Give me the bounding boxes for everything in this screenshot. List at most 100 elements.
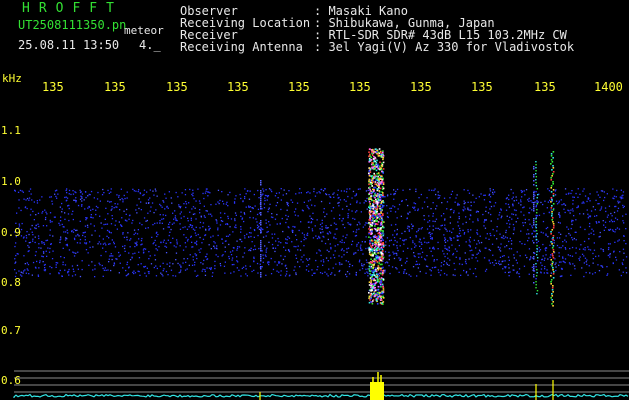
echo-pixel bbox=[551, 243, 553, 245]
noise-speck bbox=[268, 263, 270, 266]
echo-pixel bbox=[376, 188, 379, 190]
echo-pixel bbox=[372, 208, 375, 210]
noise-speck bbox=[132, 271, 134, 274]
echo-pixel bbox=[374, 209, 377, 212]
noise-speck bbox=[394, 206, 396, 208]
noise-speck bbox=[65, 231, 67, 233]
noise-speck bbox=[49, 247, 51, 250]
echo-pixel bbox=[374, 196, 376, 199]
noise-speck bbox=[227, 215, 229, 218]
noise-speck bbox=[554, 263, 556, 266]
noise-speck bbox=[161, 222, 163, 224]
noise-speck bbox=[26, 207, 28, 210]
noise-speck bbox=[602, 250, 605, 252]
noise-speck bbox=[286, 209, 288, 211]
noise-speck bbox=[77, 251, 79, 253]
noise-speck bbox=[258, 197, 260, 199]
noise-speck bbox=[118, 221, 120, 223]
echo-pixel bbox=[368, 236, 370, 238]
echo-pixel bbox=[380, 212, 382, 214]
noise-speck bbox=[288, 190, 290, 192]
noise-speck bbox=[162, 275, 164, 277]
noise-speck bbox=[184, 226, 186, 228]
noise-speck bbox=[156, 195, 158, 197]
echo-pixel bbox=[376, 207, 379, 209]
noise-speck bbox=[301, 256, 303, 258]
noise-speck bbox=[432, 246, 435, 248]
noise-speck bbox=[202, 222, 205, 224]
noise-speck bbox=[538, 250, 541, 252]
noise-speck bbox=[545, 227, 547, 230]
noise-speck bbox=[165, 246, 168, 248]
noise-speck bbox=[490, 213, 492, 216]
noise-speck bbox=[256, 224, 259, 226]
noise-speck bbox=[540, 272, 542, 274]
echo-pixel bbox=[376, 240, 379, 242]
noise-speck bbox=[411, 227, 413, 230]
noise-speck bbox=[393, 189, 395, 191]
noise-speck bbox=[540, 262, 542, 264]
echo-pixel bbox=[369, 153, 371, 156]
noise-speck bbox=[447, 257, 449, 259]
echo-pixel bbox=[376, 210, 378, 213]
noise-speck bbox=[214, 242, 216, 244]
noise-speck bbox=[311, 274, 313, 276]
noise-speck bbox=[113, 263, 116, 265]
echo-pixel bbox=[377, 245, 380, 248]
noise-speck bbox=[492, 193, 494, 195]
echo-pixel bbox=[371, 244, 374, 247]
echo-pixel bbox=[369, 237, 372, 239]
noise-speck bbox=[558, 200, 560, 202]
noise-speck bbox=[265, 274, 267, 276]
noise-speck bbox=[111, 208, 113, 210]
noise-speck bbox=[309, 192, 311, 194]
noise-speck bbox=[161, 273, 163, 276]
noise-speck bbox=[156, 235, 158, 238]
echo-pixel bbox=[380, 277, 383, 279]
noise-speck bbox=[306, 232, 309, 234]
noise-speck bbox=[126, 220, 128, 222]
noise-speck bbox=[580, 244, 582, 246]
noise-speck bbox=[490, 234, 492, 237]
noise-speck bbox=[393, 198, 395, 200]
noise-speck bbox=[531, 225, 533, 227]
noise-speck bbox=[264, 254, 267, 256]
echo-pixel bbox=[376, 193, 379, 195]
noise-speck bbox=[359, 188, 361, 190]
echo-pixel bbox=[552, 277, 555, 279]
noise-speck bbox=[306, 205, 308, 207]
noise-speck bbox=[516, 271, 518, 273]
echo-pixel bbox=[373, 295, 376, 297]
noise-speck bbox=[347, 261, 350, 263]
noise-speck bbox=[360, 211, 362, 213]
noise-speck bbox=[467, 207, 469, 209]
noise-speck bbox=[84, 208, 86, 210]
echo-pixel bbox=[382, 172, 384, 174]
echo-pixel bbox=[372, 177, 374, 180]
noise-speck bbox=[611, 229, 614, 231]
echo-pixel bbox=[375, 161, 378, 164]
noise-speck bbox=[469, 250, 471, 252]
noise-speck bbox=[488, 259, 490, 261]
noise-speck bbox=[558, 231, 560, 234]
echo-pixel bbox=[380, 286, 382, 288]
noise-speck bbox=[46, 225, 48, 227]
version-label: 4._ bbox=[139, 38, 161, 52]
noise-speck bbox=[527, 199, 529, 201]
noise-speck bbox=[602, 249, 604, 251]
noise-speck bbox=[476, 232, 478, 234]
echo-pixel bbox=[382, 239, 384, 241]
noise-speck bbox=[474, 268, 477, 270]
noise-speck bbox=[524, 218, 526, 221]
noise-speck bbox=[15, 242, 17, 244]
noise-speck bbox=[486, 233, 488, 235]
noise-speck bbox=[330, 246, 332, 249]
echo-pixel bbox=[550, 177, 552, 179]
noise-speck bbox=[118, 272, 120, 274]
noise-speck bbox=[32, 240, 34, 242]
noise-speck bbox=[49, 229, 51, 231]
noise-speck bbox=[104, 218, 106, 220]
noise-speck bbox=[615, 256, 617, 258]
echo-pixel bbox=[369, 299, 371, 301]
noise-speck bbox=[437, 194, 439, 196]
